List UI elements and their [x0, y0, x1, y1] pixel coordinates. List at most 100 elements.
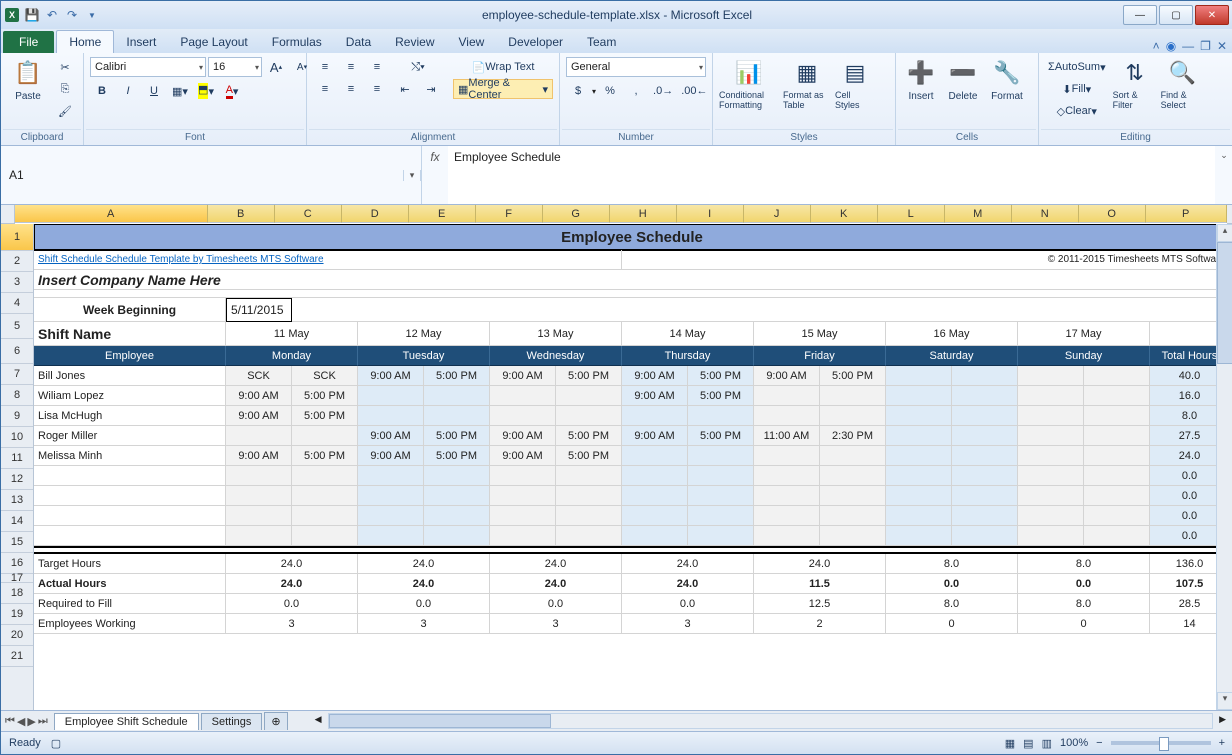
tab-formulas[interactable]: Formulas: [260, 31, 334, 53]
schedule-cell[interactable]: 5:00 PM: [424, 426, 490, 446]
row-header[interactable]: 7: [1, 364, 33, 385]
column-header[interactable]: A: [15, 205, 208, 223]
schedule-cell[interactable]: 9:00 AM: [226, 386, 292, 406]
schedule-cell[interactable]: 9:00 AM: [754, 366, 820, 386]
decrease-decimal-icon[interactable]: .00←: [678, 81, 710, 101]
grow-font-icon[interactable]: A▴: [264, 57, 288, 77]
vertical-scrollbar[interactable]: ▴ ▾: [1216, 224, 1232, 710]
employee-name[interactable]: Roger Miller: [34, 426, 226, 446]
tab-data[interactable]: Data: [334, 31, 383, 53]
schedule-cell[interactable]: 9:00 AM: [490, 446, 556, 466]
employee-name[interactable]: [34, 506, 226, 526]
summary-total[interactable]: 28.5: [1150, 594, 1216, 614]
date-header[interactable]: 15 May: [754, 322, 886, 346]
column-header[interactable]: F: [476, 205, 543, 223]
schedule-cell[interactable]: 9:00 AM: [622, 366, 688, 386]
schedule-cell[interactable]: [1084, 366, 1150, 386]
close-button[interactable]: ✕: [1195, 5, 1229, 25]
schedule-cell[interactable]: [358, 386, 424, 406]
format-painter-icon[interactable]: 🖌: [53, 101, 77, 121]
schedule-cell[interactable]: [688, 446, 754, 466]
row-header[interactable]: 6: [1, 339, 33, 364]
column-header[interactable]: O: [1079, 205, 1146, 223]
row-header[interactable]: 10: [1, 427, 33, 448]
day-header[interactable]: Friday: [754, 346, 886, 366]
schedule-cell[interactable]: [292, 466, 358, 486]
sheet-tab-settings[interactable]: Settings: [201, 713, 263, 730]
schedule-cell[interactable]: 5:00 PM: [688, 426, 754, 446]
schedule-cell[interactable]: [424, 506, 490, 526]
row-header[interactable]: 2: [1, 251, 33, 272]
row-header[interactable]: 9: [1, 406, 33, 427]
summary-value[interactable]: 24.0: [358, 574, 490, 594]
summary-value[interactable]: 0.0: [490, 594, 622, 614]
row-header[interactable]: 18: [1, 583, 33, 604]
schedule-cell[interactable]: 9:00 AM: [226, 406, 292, 426]
prev-sheet-icon[interactable]: ◀: [17, 715, 25, 728]
schedule-cell[interactable]: [226, 526, 292, 546]
schedule-cell[interactable]: 5:00 PM: [292, 406, 358, 426]
schedule-cell[interactable]: [622, 526, 688, 546]
summary-value[interactable]: 24.0: [358, 554, 490, 574]
summary-value[interactable]: 24.0: [622, 574, 754, 594]
autosum-button[interactable]: Σ AutoSum ▾: [1045, 57, 1109, 77]
total-hours-cell[interactable]: 24.0: [1150, 446, 1216, 466]
summary-value[interactable]: 3: [358, 614, 490, 634]
schedule-cell[interactable]: [622, 406, 688, 426]
day-header[interactable]: Wednesday: [490, 346, 622, 366]
schedule-cell[interactable]: [1084, 486, 1150, 506]
summary-value[interactable]: 24.0: [754, 554, 886, 574]
schedule-cell[interactable]: [886, 506, 952, 526]
summary-value[interactable]: 0.0: [1018, 574, 1150, 594]
delete-cells-button[interactable]: ➖Delete: [944, 57, 982, 102]
schedule-cell[interactable]: [952, 366, 1018, 386]
merge-center-button[interactable]: ▦ Merge & Center ▾: [453, 79, 553, 99]
template-link[interactable]: Shift Schedule Schedule Template by Time…: [34, 250, 622, 270]
schedule-cell[interactable]: [490, 486, 556, 506]
schedule-cell[interactable]: [424, 406, 490, 426]
schedule-cell[interactable]: [358, 526, 424, 546]
schedule-cell[interactable]: [952, 426, 1018, 446]
schedule-cell[interactable]: [688, 406, 754, 426]
view-page-layout-icon[interactable]: ▤: [1023, 737, 1033, 750]
date-header[interactable]: 11 May: [226, 322, 358, 346]
align-right-icon[interactable]: ≡: [365, 79, 389, 99]
schedule-cell[interactable]: [556, 406, 622, 426]
conditional-formatting-button[interactable]: 📊Conditional Formatting: [719, 57, 779, 111]
schedule-cell[interactable]: 9:00 AM: [358, 426, 424, 446]
schedule-cell[interactable]: [292, 506, 358, 526]
schedule-cell[interactable]: [490, 406, 556, 426]
employee-name[interactable]: [34, 466, 226, 486]
schedule-cell[interactable]: [952, 406, 1018, 426]
day-header[interactable]: Monday: [226, 346, 358, 366]
column-header[interactable]: J: [744, 205, 811, 223]
column-header[interactable]: I: [677, 205, 744, 223]
view-normal-icon[interactable]: ▦: [1005, 737, 1015, 750]
date-header[interactable]: 14 May: [622, 322, 754, 346]
schedule-cell[interactable]: [1018, 506, 1084, 526]
total-hours-cell[interactable]: 0.0: [1150, 466, 1216, 486]
qat-dropdown-icon[interactable]: ▼: [83, 6, 101, 24]
day-header[interactable]: Tuesday: [358, 346, 490, 366]
schedule-cell[interactable]: [292, 526, 358, 546]
align-center-icon[interactable]: ≡: [339, 79, 363, 99]
company-name-cell[interactable]: Insert Company Name Here: [34, 270, 1216, 290]
summary-total[interactable]: 14: [1150, 614, 1216, 634]
zoom-slider[interactable]: [1111, 741, 1211, 745]
summary-value[interactable]: 8.0: [1018, 554, 1150, 574]
schedule-cell[interactable]: [556, 526, 622, 546]
schedule-cell[interactable]: [556, 386, 622, 406]
schedule-cell[interactable]: [952, 386, 1018, 406]
separator[interactable]: [34, 546, 1216, 554]
schedule-cell[interactable]: [1018, 526, 1084, 546]
schedule-cell[interactable]: [490, 506, 556, 526]
schedule-cell[interactable]: [490, 526, 556, 546]
schedule-cell[interactable]: 5:00 PM: [292, 386, 358, 406]
schedule-cell[interactable]: [622, 446, 688, 466]
align-top-icon[interactable]: ≡: [313, 57, 337, 77]
schedule-cell[interactable]: 5:00 PM: [424, 366, 490, 386]
fx-icon[interactable]: fx: [422, 146, 448, 204]
schedule-cell[interactable]: [424, 486, 490, 506]
summary-value[interactable]: 24.0: [226, 574, 358, 594]
schedule-cell[interactable]: 5:00 PM: [556, 446, 622, 466]
